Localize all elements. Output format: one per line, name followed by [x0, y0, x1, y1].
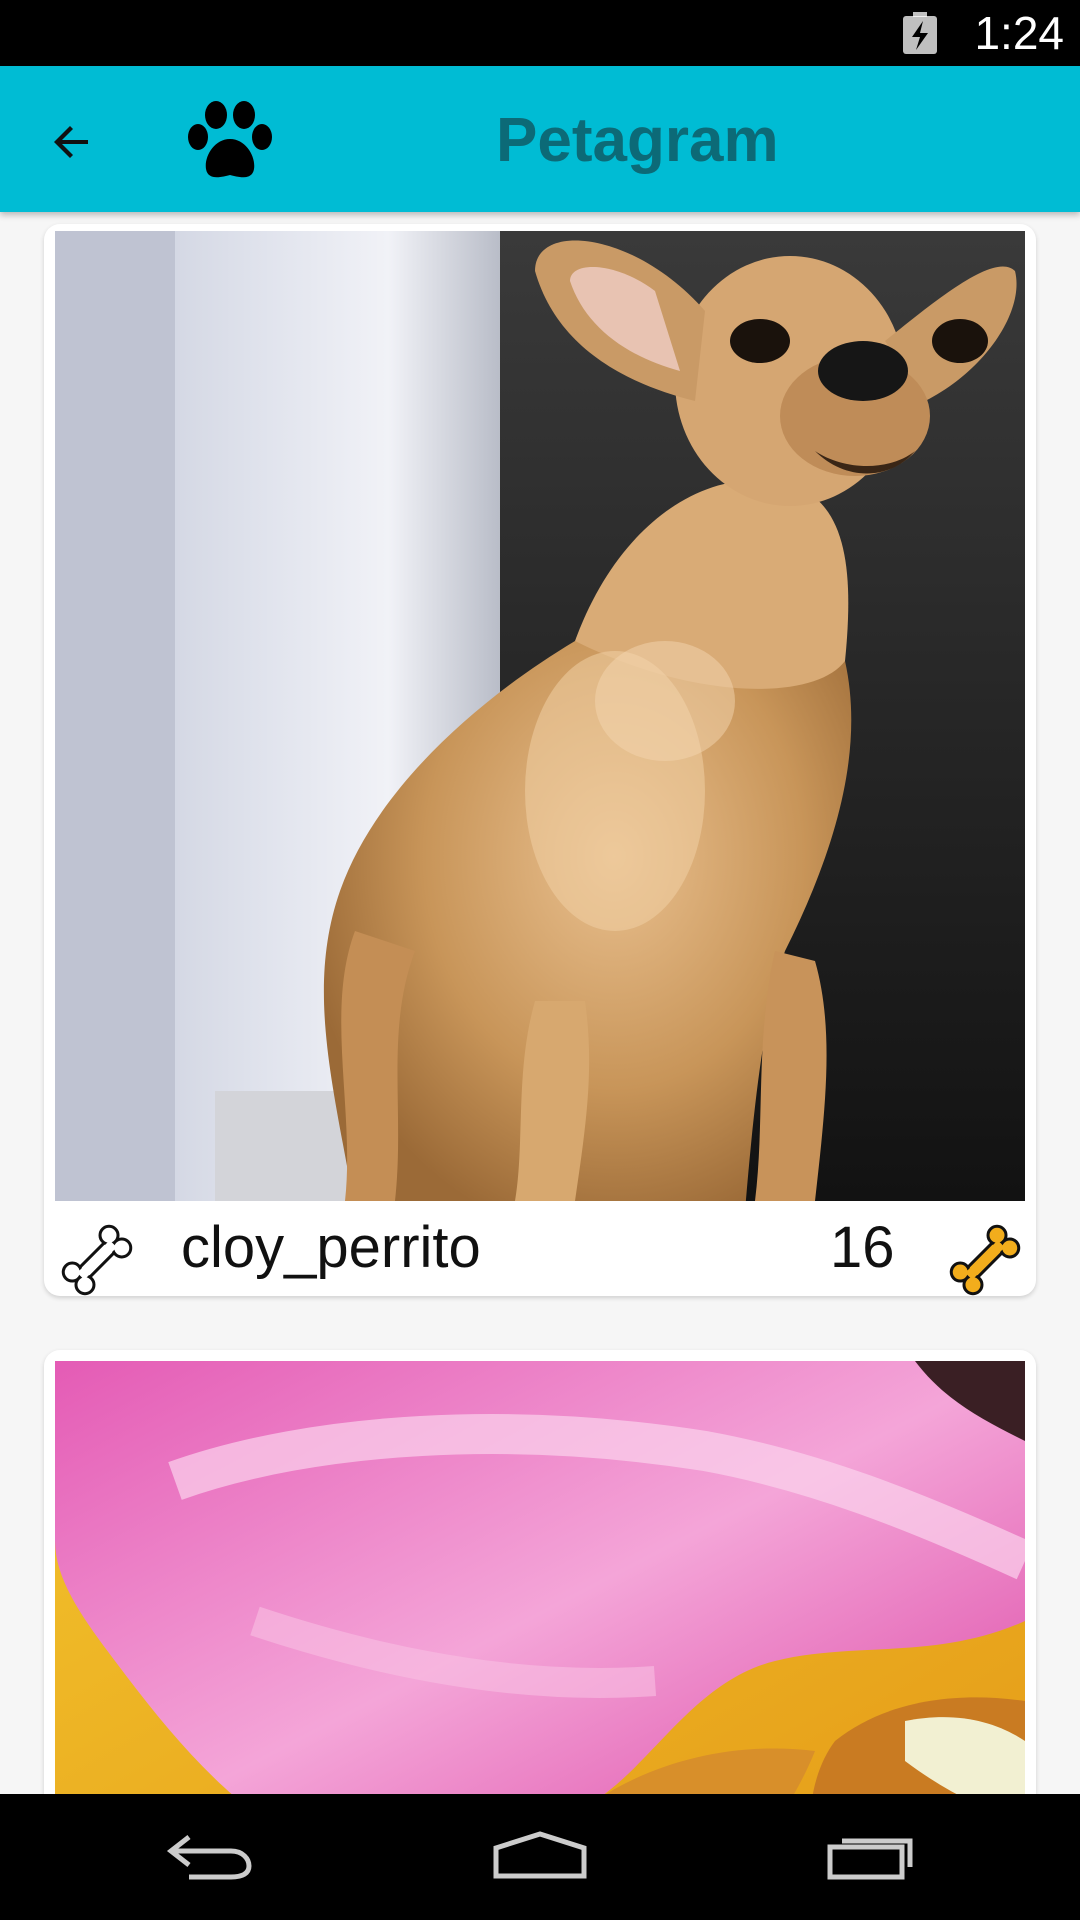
likes-count: 16 [830, 1215, 895, 1280]
nav-home-button[interactable] [485, 1816, 595, 1896]
post-card: cloy_perrito 16 [44, 224, 1036, 1296]
bone-filled-icon [949, 1224, 1021, 1296]
status-bar: 1:24 [0, 0, 1080, 66]
nav-home-icon [493, 1831, 587, 1879]
arrow-back-icon [54, 126, 88, 158]
app-title: Petagram [496, 106, 779, 175]
app-toolbar: Petagram [0, 66, 1080, 212]
chihuahua-photo[interactable] [55, 231, 1025, 1201]
bone-outline-icon[interactable] [54, 1217, 140, 1296]
post-username[interactable]: cloy_perrito [181, 1213, 481, 1283]
battery-charging-icon [903, 12, 937, 54]
nav-recents-icon [827, 1838, 913, 1880]
post-meta: cloy_perrito 16 [44, 1201, 1036, 1296]
nav-back-icon [166, 1835, 252, 1880]
paw-icon[interactable] [184, 99, 276, 183]
status-time: 1:24 [974, 7, 1064, 59]
nav-recents-button[interactable] [817, 1816, 927, 1896]
nav-back-button[interactable] [155, 1816, 265, 1896]
system-nav-bar [0, 1794, 1080, 1920]
back-button[interactable] [36, 106, 108, 178]
